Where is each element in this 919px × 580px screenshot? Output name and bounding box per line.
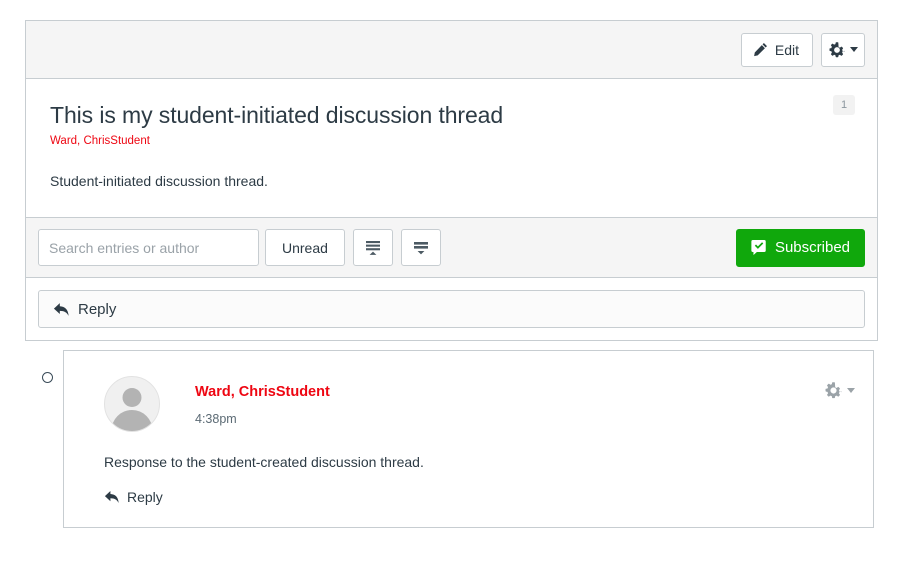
unread-filter-label: Unread xyxy=(282,240,328,256)
reply-arrow-icon xyxy=(53,302,70,317)
thread-title: This is my student-initiated discussion … xyxy=(50,101,853,129)
reply-arrow-icon xyxy=(104,490,120,504)
thread-header-toolbar: Edit xyxy=(26,21,877,79)
unread-filter-button[interactable]: Unread xyxy=(265,229,345,266)
gear-icon xyxy=(829,42,845,58)
search-input[interactable] xyxy=(38,229,259,266)
entry-settings-button[interactable] xyxy=(825,382,855,399)
thread-reply-label: Reply xyxy=(78,301,116,318)
entry-message: Response to the student-created discussi… xyxy=(104,452,853,472)
gear-icon xyxy=(825,382,842,399)
subscribed-button-label: Subscribed xyxy=(775,239,850,256)
collapse-threads-button[interactable] xyxy=(353,229,393,266)
edit-button[interactable]: Edit xyxy=(741,33,813,67)
entry-reply-button[interactable]: Reply xyxy=(104,489,163,505)
pencil-icon xyxy=(753,42,768,57)
unread-count-badge: 1 xyxy=(833,95,855,115)
avatar xyxy=(104,376,160,432)
discussion-entry-card: Ward, ChrisStudent 4:38pm Response to th… xyxy=(63,350,874,528)
expand-threads-icon xyxy=(411,238,431,258)
expand-threads-button[interactable] xyxy=(401,229,441,266)
discussion-thread-card: Edit 1 This is my student-initiated disc… xyxy=(25,20,878,341)
avatar-shoulders xyxy=(112,410,153,432)
chevron-down-icon xyxy=(850,47,858,52)
subscribed-button[interactable]: Subscribed xyxy=(736,229,865,267)
thread-body: 1 This is my student-initiated discussio… xyxy=(26,79,877,218)
avatar-head xyxy=(123,388,142,407)
thread-author[interactable]: Ward, ChrisStudent xyxy=(50,133,853,149)
entry-reply-label: Reply xyxy=(127,489,163,505)
edit-button-label: Edit xyxy=(775,42,799,58)
collapse-threads-icon xyxy=(363,238,383,258)
entry-meta: Ward, ChrisStudent 4:38pm xyxy=(195,376,330,427)
thread-filter-toolbar: Unread xyxy=(26,218,877,278)
reply-bar-wrapper: Reply xyxy=(26,278,877,340)
thread-message: Student-initiated discussion thread. xyxy=(50,171,853,191)
chevron-down-icon xyxy=(847,388,855,393)
thread-settings-button[interactable] xyxy=(821,33,865,67)
thread-reply-button[interactable]: Reply xyxy=(38,290,865,328)
unread-circle-icon[interactable] xyxy=(42,372,53,383)
check-square-icon xyxy=(751,239,768,256)
entry-timestamp: 4:38pm xyxy=(195,411,330,427)
entry-header: Ward, ChrisStudent 4:38pm xyxy=(104,376,853,432)
entry-author[interactable]: Ward, ChrisStudent xyxy=(195,382,330,402)
